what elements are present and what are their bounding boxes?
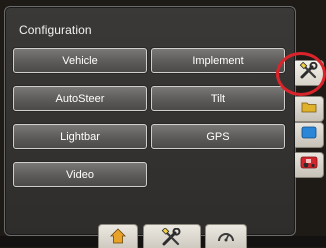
folder-icon <box>301 100 317 118</box>
tilt-button[interactable]: Tilt <box>151 86 285 111</box>
footer-tab-configuration[interactable] <box>143 224 201 248</box>
vehicle-button[interactable]: Vehicle <box>13 48 147 73</box>
tractor-icon <box>300 156 318 174</box>
gauge-icon <box>217 225 235 248</box>
side-tab-folder[interactable] <box>295 96 324 122</box>
side-tab-tractor[interactable] <box>295 152 324 178</box>
footer-tab-gauge[interactable] <box>205 224 247 248</box>
implement-button[interactable]: Implement <box>151 48 285 73</box>
gps-button[interactable]: GPS <box>151 124 285 149</box>
screen-icon <box>301 126 317 144</box>
lightbar-button[interactable]: Lightbar <box>13 124 147 149</box>
footer-tab-home[interactable] <box>98 224 138 248</box>
video-button[interactable]: Video <box>13 162 147 187</box>
home-icon <box>110 225 126 248</box>
panel-title: Configuration <box>19 23 92 37</box>
wrench-screwdriver-icon <box>160 225 184 248</box>
autosteer-button[interactable]: AutoSteer <box>13 86 147 111</box>
configuration-panel: Configuration <box>4 6 296 236</box>
selection-highlight-ring <box>276 52 326 96</box>
side-tab-screen[interactable] <box>295 122 324 148</box>
